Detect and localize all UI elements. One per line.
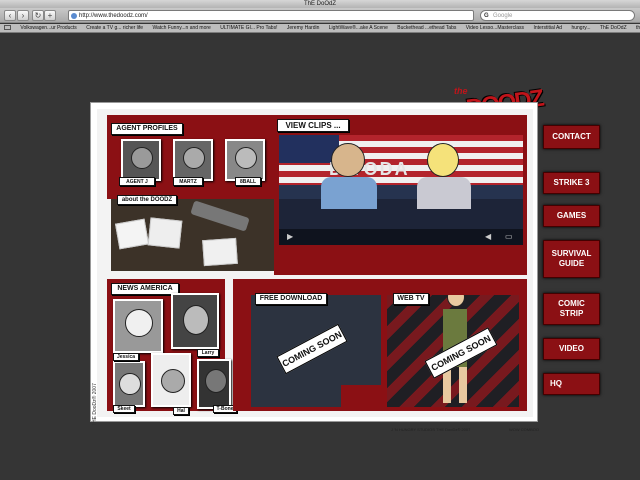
forward-icon[interactable]: › <box>17 10 29 21</box>
news-america-title: NEWS AMERICA <box>111 283 179 295</box>
fullscreen-icon[interactable]: ▭ <box>505 232 513 241</box>
reload-icon[interactable]: ↻ <box>32 10 44 21</box>
jessica-photo[interactable] <box>113 299 163 353</box>
nav-video[interactable]: VIDEO <box>543 338 600 360</box>
agent-j-photo[interactable] <box>121 139 161 181</box>
footer-site-credit: WOW COMBOO <box>509 427 539 432</box>
character-label[interactable]: Larry <box>197 349 219 357</box>
bookmark-item[interactable]: Video Lesso...Masterclass <box>466 24 524 32</box>
bookmark-item[interactable]: Interstitial Ad <box>533 24 562 32</box>
search-placeholder: Google <box>493 13 513 19</box>
main-stage: AGENT PROFILES AGENT J MARTZ 8BALL about… <box>90 102 539 432</box>
bookmark-item[interactable]: LightWave®...ake A Scene <box>329 24 388 32</box>
web-tv-title: WEB TV <box>393 293 429 305</box>
agent-profiles-title: AGENT PROFILES <box>111 123 183 135</box>
bookmarks-icon[interactable] <box>4 25 11 31</box>
footer-credits: J 'N HUNGRY STUDIOS THE DooDz® 2007 <box>391 427 471 432</box>
about-panel[interactable] <box>111 199 274 271</box>
skeet-photo[interactable] <box>113 361 145 407</box>
hal-photo[interactable] <box>151 353 191 407</box>
agent-label[interactable]: AGENT J <box>119 177 155 186</box>
character-label[interactable]: Hal <box>173 407 189 415</box>
character-label[interactable]: Skeet <box>113 405 135 413</box>
nav-hq[interactable]: HQ <box>543 373 600 395</box>
bookmark-item[interactable]: ThE DoOdZ <box>600 24 627 32</box>
add-bookmark-icon[interactable]: + <box>44 10 56 21</box>
bookmark-item[interactable]: ULTIMATE GI... Pro Tabs! <box>220 24 277 32</box>
search-icon: G <box>484 13 489 19</box>
bookmark-item[interactable]: Buckethead ...ethead Tabs <box>397 24 456 32</box>
about-label[interactable]: about the DOODZ <box>117 195 177 205</box>
address-bar[interactable]: http://www.thedoodz.com/ <box>68 10 474 21</box>
favicon-icon <box>71 13 77 19</box>
t-bone-photo[interactable] <box>197 359 231 409</box>
nav-contact[interactable]: CONTACT <box>543 125 600 149</box>
bookmark-item[interactable]: Volkswagen...ur Products <box>20 24 76 32</box>
browser-toolbar: ‹ › ↻ + http://www.thedoodz.com/ G Googl… <box>0 8 640 23</box>
martz-photo[interactable] <box>173 139 213 181</box>
larry-photo[interactable] <box>171 293 219 349</box>
play-icon[interactable]: ▶ <box>287 232 293 241</box>
search-input[interactable]: G Google <box>480 10 635 21</box>
bookmark-item[interactable]: Watch Funny...n and more <box>152 24 210 32</box>
volume-icon[interactable]: ◀ <box>485 232 491 241</box>
back-icon[interactable]: ‹ <box>4 10 16 21</box>
video-controls[interactable]: ▶ ◀ ▭ <box>279 229 523 245</box>
address-text: http://www.thedoodz.com/ <box>79 13 148 19</box>
view-clips-title: VIEW CLIPS ... <box>277 119 349 132</box>
nav-games[interactable]: GAMES <box>543 205 600 227</box>
nav-survival-guide[interactable]: SURVIVAL GUIDE <box>543 240 600 278</box>
bookmark-item[interactable]: Jeremy Hardin <box>287 24 320 32</box>
nav-strike-3[interactable]: STRIKE 3 <box>543 172 600 194</box>
agent-label[interactable]: MARTZ <box>173 177 203 186</box>
bookmark-item[interactable]: thedoodz <box>636 24 640 32</box>
nav-comic-strip[interactable]: COMIC STRIP <box>543 293 600 325</box>
side-copyright: THE DooDz® 2007 <box>92 383 98 426</box>
agent-label[interactable]: 8BALL <box>235 177 261 186</box>
video-player[interactable]: D TODA ▶ ◀ ▭ <box>279 135 523 245</box>
bookmarks-bar: Volkswagen...ur Products Create a TV g..… <box>0 24 640 33</box>
bookmark-item[interactable]: Create a TV g... richer life <box>86 24 143 32</box>
bookmark-item[interactable]: hungry... <box>571 24 590 32</box>
character-label[interactable]: Jessica <box>113 353 139 361</box>
window-title: ThE DoOdZ <box>0 0 640 8</box>
8ball-photo[interactable] <box>225 139 265 181</box>
free-download-title: FREE DOWNLOAD <box>255 293 327 305</box>
